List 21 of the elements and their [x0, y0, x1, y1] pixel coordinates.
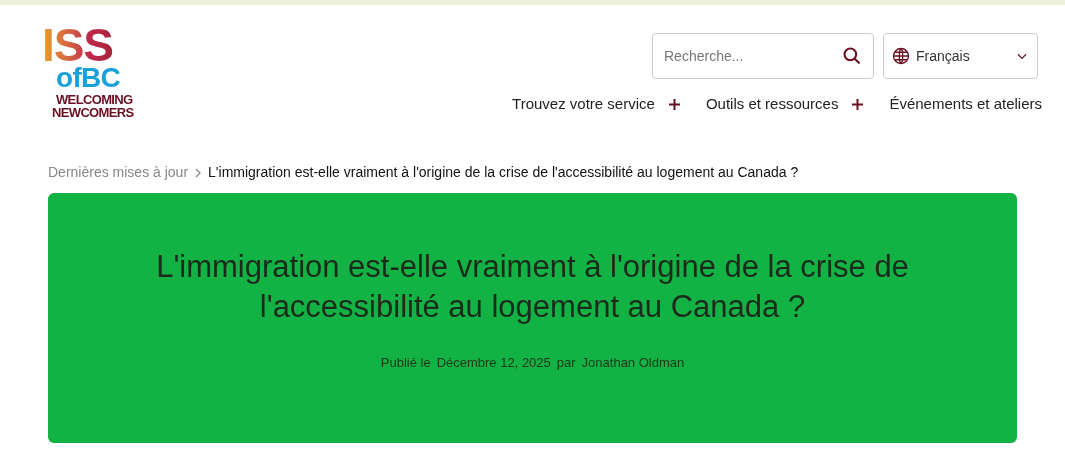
- search-icon[interactable]: [842, 46, 862, 66]
- by-label: par: [556, 354, 576, 372]
- nav-link[interactable]: Outils et ressources: [705, 93, 839, 116]
- article-title: L'immigration est-elle vraiment à l'origine de la crise de l'accessibilité au logement au Canada ?: [155, 248, 910, 326]
- publish-date: Décembre 12, 2025: [436, 354, 551, 372]
- language-select[interactable]: Français: [883, 33, 1038, 79]
- logo[interactable]: ISS ofBC WELCOMING NEWCOMERS: [42, 25, 137, 119]
- published-label: Publié le: [380, 354, 431, 372]
- nav-link[interactable]: Trouvez votre service: [512, 93, 655, 116]
- author-name: Jonathan Oldman: [581, 354, 685, 372]
- logo-text: ofBC: [56, 65, 122, 91]
- plus-icon[interactable]: [852, 98, 864, 110]
- nav-link[interactable]: Événements et ateliers: [889, 93, 1042, 116]
- search-field[interactable]: Recherche...: [652, 33, 874, 79]
- breadcrumb-link[interactable]: L'immigration est-elle vraiment à l'origine de la crise de l'accessibilité au logement au Canada ?: [208, 162, 799, 183]
- breadcrumb-link[interactable]: Dernières mises à jour: [48, 162, 189, 183]
- logo-text: WELCOMING: [56, 93, 134, 106]
- logo-text: NEWCOMERS: [52, 106, 135, 119]
- plus-icon[interactable]: [668, 98, 680, 110]
- chevron-right-icon: [194, 167, 203, 178]
- globe-icon: [892, 47, 910, 65]
